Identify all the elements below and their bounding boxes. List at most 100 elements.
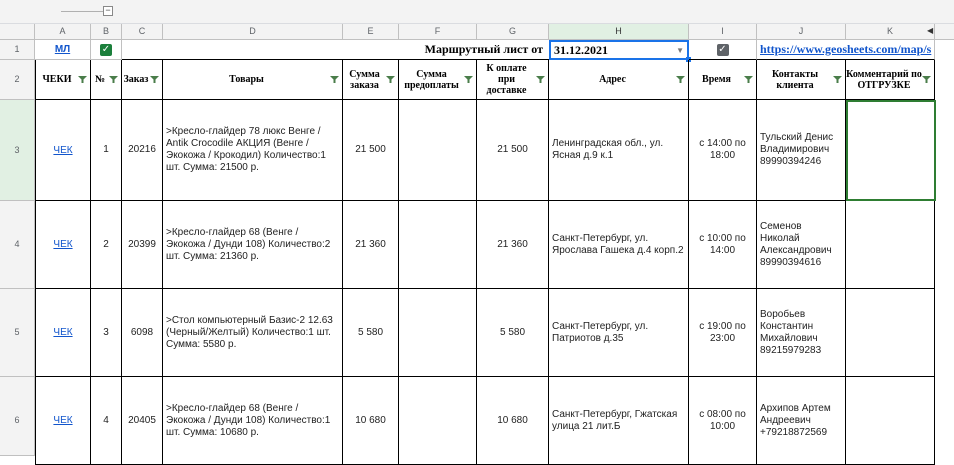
prepay-sum-cell xyxy=(399,289,477,377)
address-cell: Санкт-Петербург, ул. Ярослава Гашека д.4… xyxy=(549,201,689,289)
column-header-k[interactable]: K xyxy=(846,24,935,40)
row-number-cell: 1 xyxy=(91,100,122,201)
date-select-cell[interactable]: 31.12.2021 ▼ xyxy=(549,40,689,60)
route-sheet-title: Маршрутный лист от xyxy=(122,40,549,60)
column-header-e[interactable]: E xyxy=(343,24,399,40)
to-pay-cell: 21 360 xyxy=(477,201,549,289)
column-header-f[interactable]: F xyxy=(399,24,477,40)
column-header-a[interactable]: A xyxy=(35,24,91,40)
check-link[interactable]: ЧЕК xyxy=(53,145,72,156)
checkbox-checked-icon[interactable]: ✓ xyxy=(716,43,729,56)
check-link[interactable]: ЧЕК xyxy=(53,239,72,250)
group-toggle-bar xyxy=(0,0,954,24)
comment-cell[interactable] xyxy=(846,289,935,377)
ml-link[interactable]: МЛ xyxy=(55,44,70,55)
row-header-1[interactable]: 1 xyxy=(0,40,35,60)
header-order: Заказ xyxy=(122,60,163,100)
to-pay-cell: 5 580 xyxy=(477,289,549,377)
filter-icon[interactable] xyxy=(676,76,685,83)
checkbox-cell-b1: ✓ xyxy=(91,40,122,60)
filter-icon[interactable] xyxy=(150,76,159,83)
filter-icon[interactable] xyxy=(922,76,931,83)
row-number-cell: 3 xyxy=(91,289,122,377)
contacts-cell: Воробьев Константин Михайлович 892159792… xyxy=(757,289,846,377)
scroll-left-icon[interactable]: ◀ xyxy=(927,26,933,35)
geosheets-link[interactable]: https://www.geosheets.com/map/s xyxy=(760,42,931,57)
filter-icon[interactable] xyxy=(386,76,395,83)
check-link[interactable]: ЧЕК xyxy=(53,327,72,338)
comment-cell-selected[interactable] xyxy=(846,100,936,201)
collapse-group-button[interactable]: − xyxy=(103,6,113,16)
checkbox-cell-i1: ✓ xyxy=(689,40,757,60)
filter-icon[interactable] xyxy=(78,76,87,83)
filter-icon[interactable] xyxy=(833,76,842,83)
order-id-cell: 20216 xyxy=(122,100,163,201)
order-sum-cell: 21 500 xyxy=(343,100,399,201)
check-link[interactable]: ЧЕК xyxy=(53,415,72,426)
goods-cell: >Кресло-глайдер 68 (Венге / Экокожа / Ду… xyxy=(163,201,343,289)
select-all-corner[interactable] xyxy=(0,24,35,40)
time-cell: с 19:00 по 23:00 xyxy=(689,289,757,377)
geosheets-link-cell: https://www.geosheets.com/map/s xyxy=(757,40,935,60)
check-link-cell: ЧЕК xyxy=(35,100,91,201)
row-header-2[interactable]: 2 xyxy=(0,60,35,100)
order-id-cell: 20399 xyxy=(122,201,163,289)
check-link-cell: ЧЕК xyxy=(35,201,91,289)
header-address: Адрес xyxy=(549,60,689,100)
column-header-overflow xyxy=(935,24,954,40)
order-sum-cell: 10 680 xyxy=(343,377,399,465)
column-header-b[interactable]: B xyxy=(91,24,122,40)
header-to-pay: К оплате при доставке xyxy=(477,60,549,100)
dropdown-arrow-icon[interactable]: ▼ xyxy=(676,46,684,55)
header-comment: Комментарий по ОТГРУЗКЕ xyxy=(846,60,935,100)
row-header-3[interactable]: 3 xyxy=(0,100,35,201)
checkbox-checked-icon[interactable]: ✓ xyxy=(100,43,112,56)
row-header-4[interactable]: 4 xyxy=(0,201,35,289)
time-cell: с 14:00 по 18:00 xyxy=(689,100,757,201)
contacts-cell: Тульский Денис Владимирович 89990394246 xyxy=(757,100,846,201)
order-sum-cell: 5 580 xyxy=(343,289,399,377)
group-line xyxy=(61,11,103,12)
to-pay-cell: 21 500 xyxy=(477,100,549,201)
column-header-i[interactable]: I xyxy=(689,24,757,40)
column-header-d[interactable]: D xyxy=(163,24,343,40)
prepay-sum-cell xyxy=(399,377,477,465)
column-header-c[interactable]: C xyxy=(122,24,163,40)
column-header-h[interactable]: H xyxy=(549,24,689,40)
header-order-sum: Сумма заказа xyxy=(343,60,399,100)
goods-cell: >Стол компьютерный Базис-2 12.63 (Черный… xyxy=(163,289,343,377)
order-sum-cell: 21 360 xyxy=(343,201,399,289)
address-cell: Санкт-Петербург, ул. Патриотов д.35 xyxy=(549,289,689,377)
column-header-j[interactable]: J xyxy=(757,24,846,40)
row-header-6[interactable]: 6 xyxy=(0,377,35,456)
comment-cell[interactable] xyxy=(846,377,935,465)
comment-cell[interactable] xyxy=(846,201,935,289)
filter-icon[interactable] xyxy=(109,76,118,83)
column-header-g[interactable]: G xyxy=(477,24,549,40)
row-header-5[interactable]: 5 xyxy=(0,289,35,377)
contacts-cell: Архипов Артем Андреевич +79218872569 xyxy=(757,377,846,465)
contacts-cell: Семенов Николай Александрович 8999039461… xyxy=(757,201,846,289)
row-number-cell: 4 xyxy=(91,377,122,465)
ml-link-cell: МЛ xyxy=(35,40,91,60)
time-cell: с 10:00 по 14:00 xyxy=(689,201,757,289)
address-cell: Ленинградская обл., ул. Ясная д.9 к.1 xyxy=(549,100,689,201)
check-link-cell: ЧЕК xyxy=(35,377,91,465)
header-time: Время xyxy=(689,60,757,100)
to-pay-cell: 10 680 xyxy=(477,377,549,465)
header-prepay-sum: Сумма предоплаты xyxy=(399,60,477,100)
order-id-cell: 6098 xyxy=(122,289,163,377)
header-goods: Товары xyxy=(163,60,343,100)
date-value: 31.12.2021 xyxy=(554,42,608,57)
header-contacts: Контакты клиента xyxy=(757,60,846,100)
goods-cell: >Кресло-глайдер 78 люкс Венге / Antik Cr… xyxy=(163,100,343,201)
prepay-sum-cell xyxy=(399,100,477,201)
filter-icon[interactable] xyxy=(330,76,339,83)
filter-icon[interactable] xyxy=(744,76,753,83)
time-cell: с 08:00 по 10:00 xyxy=(689,377,757,465)
prepay-sum-cell xyxy=(399,201,477,289)
filter-icon[interactable] xyxy=(464,76,473,83)
filter-icon[interactable] xyxy=(536,76,545,83)
order-id-cell: 20405 xyxy=(122,377,163,465)
row-number-cell: 2 xyxy=(91,201,122,289)
